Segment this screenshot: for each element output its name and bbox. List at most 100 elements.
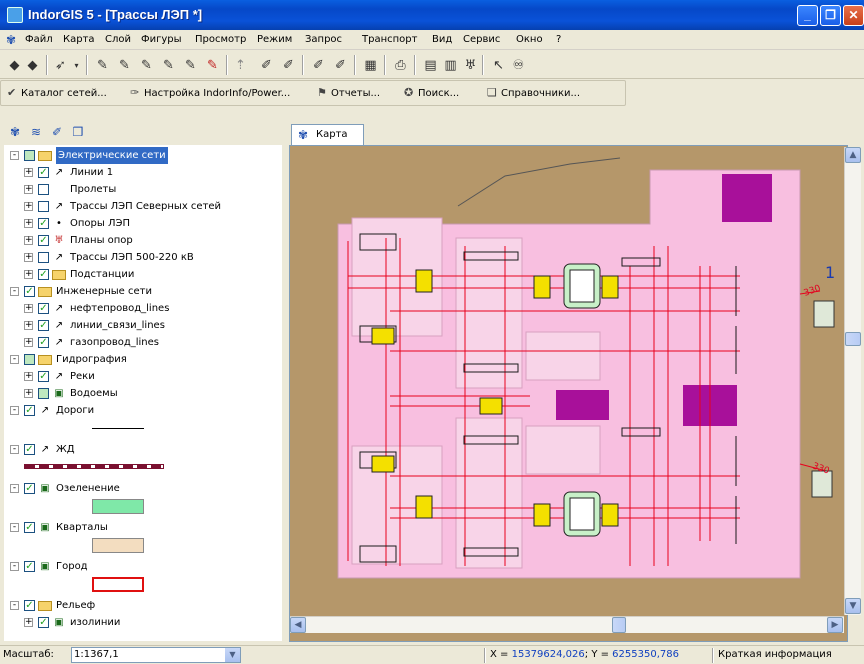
scroll-right-button[interactable]: ▶ [827,617,843,633]
draw-line-icon[interactable]: ✎ [94,57,111,74]
layer-visibility-checkbox[interactable]: ✓ [38,303,49,314]
menu-map[interactable]: Карта [63,34,95,45]
save-project-icon[interactable]: ◆ [24,57,41,74]
expand-toggle[interactable]: + [24,236,33,245]
measure-icon[interactable]: ✐ [310,57,327,74]
collapse-toggle[interactable]: - [10,287,19,296]
horizontal-scroll-thumb[interactable] [612,617,626,633]
expand-toggle[interactable]: + [24,338,33,347]
menu-service[interactable]: Сервис [463,34,500,45]
attributes-icon[interactable]: ▥ [442,57,459,74]
layer-row[interactable]: - ✓ ↗ Дороги [4,402,282,419]
vertical-scroll-thumb[interactable] [845,332,861,346]
layer-visibility-checkbox[interactable]: ✓ [38,371,49,382]
layer-row[interactable]: + ✓ ♅ Планы опор [4,232,282,249]
folder-tab-icon[interactable]: ❒ [69,124,87,141]
mdi-system-icon[interactable]: ✾ [6,33,16,47]
identify-icon[interactable]: ↖ [490,57,507,74]
tab-map[interactable]: ✾ Карта [291,124,364,146]
collapse-toggle[interactable]: - [10,523,19,532]
layer-visibility-checkbox[interactable] [38,201,49,212]
reference-books-button[interactable]: ❑ Справочники... [487,86,580,99]
close-button[interactable]: ✕ [843,5,864,26]
layer-visibility-checkbox[interactable]: ✓ [24,405,35,416]
scroll-up-button[interactable]: ▲ [845,147,861,163]
collapse-toggle[interactable]: - [10,562,19,571]
binoculars-icon[interactable]: ♾ [510,57,527,74]
collapse-toggle[interactable]: - [10,355,19,364]
layer-visibility-checkbox[interactable] [24,354,35,365]
reports-button[interactable]: ⚑ Отчеты... [317,86,380,99]
menu-shapes[interactable]: Фигуры [141,34,182,45]
restore-button[interactable]: ❐ [820,5,841,26]
layer-visibility-checkbox[interactable]: ✓ [38,218,49,229]
layer-row[interactable]: + ✓ ▣ изолинии [4,614,282,631]
delete-shape-icon[interactable]: ✎ [204,57,221,74]
expand-toggle[interactable]: + [24,253,33,262]
layer-row[interactable]: - ✓ Рельеф [4,597,282,614]
minimize-button[interactable]: _ [797,5,818,26]
layer-row[interactable]: + ✓ • Опоры ЛЭП [4,215,282,232]
edit-vertices-icon[interactable]: ✎ [138,57,155,74]
expand-toggle[interactable]: + [24,618,33,627]
expand-toggle[interactable]: + [24,185,33,194]
layer-row[interactable]: - Гидрография [4,351,282,368]
scroll-left-button[interactable]: ◀ [290,617,306,633]
draw-polygon-icon[interactable]: ✎ [116,57,133,74]
move-shape-icon[interactable]: ✎ [160,57,177,74]
layers-tab-icon[interactable]: ✾ [6,124,24,141]
chevron-down-icon[interactable]: ▼ [225,648,240,662]
layer-row[interactable]: - ✓ ▣ Озеленение [4,480,282,497]
expand-toggle[interactable]: + [24,168,33,177]
map-vertical-scrollbar[interactable]: ▲ ▼ [844,147,861,615]
map-horizontal-scrollbar[interactable]: ◀ ▶ [290,616,844,633]
power-settings-button[interactable]: ✑ Настройка IndorInfo/Power... [130,86,290,99]
layer-visibility-checkbox[interactable]: ✓ [38,320,49,331]
collapse-toggle[interactable]: - [10,406,19,415]
legend-icon[interactable]: ♅ [462,57,479,74]
stack-tab-icon[interactable]: ≋ [27,124,45,141]
print-icon[interactable]: ⎙ [392,57,409,74]
layer-row[interactable]: + ▣ Водоемы [4,385,282,402]
layer-row[interactable]: + ✓ ↗ нефтепровод_lines [4,300,282,317]
layer-row[interactable]: + ↗ Трассы ЛЭП Северных сетей [4,198,282,215]
layer-row[interactable]: + Пролеты [4,181,282,198]
collapse-toggle[interactable]: - [10,151,19,160]
measure-area-icon[interactable]: ✐ [332,57,349,74]
expand-toggle[interactable]: + [24,321,33,330]
menu-mode[interactable]: Режим [257,34,292,45]
layer-row[interactable]: + ✓ ↗ Линии 1 [4,164,282,181]
layer-visibility-checkbox[interactable]: ✓ [24,444,35,455]
table-icon[interactable]: ▤ [422,57,439,74]
title-bar[interactable]: IndorGIS 5 - [Трассы ЛЭП *] _ ❐ ✕ [0,0,864,30]
expand-toggle[interactable]: + [24,372,33,381]
layer-row[interactable]: - ✓ ↗ ЖД [4,441,282,458]
snap-icon[interactable]: ✐ [258,57,275,74]
layer-row[interactable]: - ✓ Инженерные сети [4,283,282,300]
snap-edge-icon[interactable]: ✐ [280,57,297,74]
expand-toggle[interactable]: + [24,304,33,313]
search-button[interactable]: ✪ Поиск... [404,86,459,99]
menu-window[interactable]: Окно [516,34,543,45]
rotate-shape-icon[interactable]: ✎ [182,57,199,74]
scale-combobox[interactable]: 1:1367,1 ▼ [71,647,241,663]
add-node-icon[interactable]: ⇡ [232,57,249,74]
menu-transport[interactable]: Транспорт [362,34,417,45]
menu-help[interactable]: ? [556,34,561,45]
layer-row[interactable]: - ✓ ▣ Город [4,558,282,575]
menu-file[interactable]: Файл [25,34,53,45]
layer-visibility-checkbox[interactable]: ✓ [24,483,35,494]
expand-toggle[interactable]: + [24,219,33,228]
layer-visibility-checkbox[interactable]: ✓ [38,337,49,348]
layer-row[interactable]: + ✓ Подстанции [4,266,282,283]
layer-visibility-checkbox[interactable]: ✓ [24,522,35,533]
layer-row[interactable]: + ↗ Трассы ЛЭП 500-220 кВ [4,249,282,266]
layer-row[interactable]: - Электрические сети [4,147,282,164]
map-view[interactable]: 1 330 330 [289,145,848,642]
layer-visibility-checkbox[interactable]: ✓ [38,235,49,246]
layer-visibility-checkbox[interactable]: ✓ [38,167,49,178]
scroll-down-button[interactable]: ▼ [845,598,861,614]
layer-visibility-checkbox[interactable] [38,252,49,263]
dropdown-arrow-icon[interactable]: ▾ [68,57,85,74]
menu-query[interactable]: Запрос [305,34,342,45]
